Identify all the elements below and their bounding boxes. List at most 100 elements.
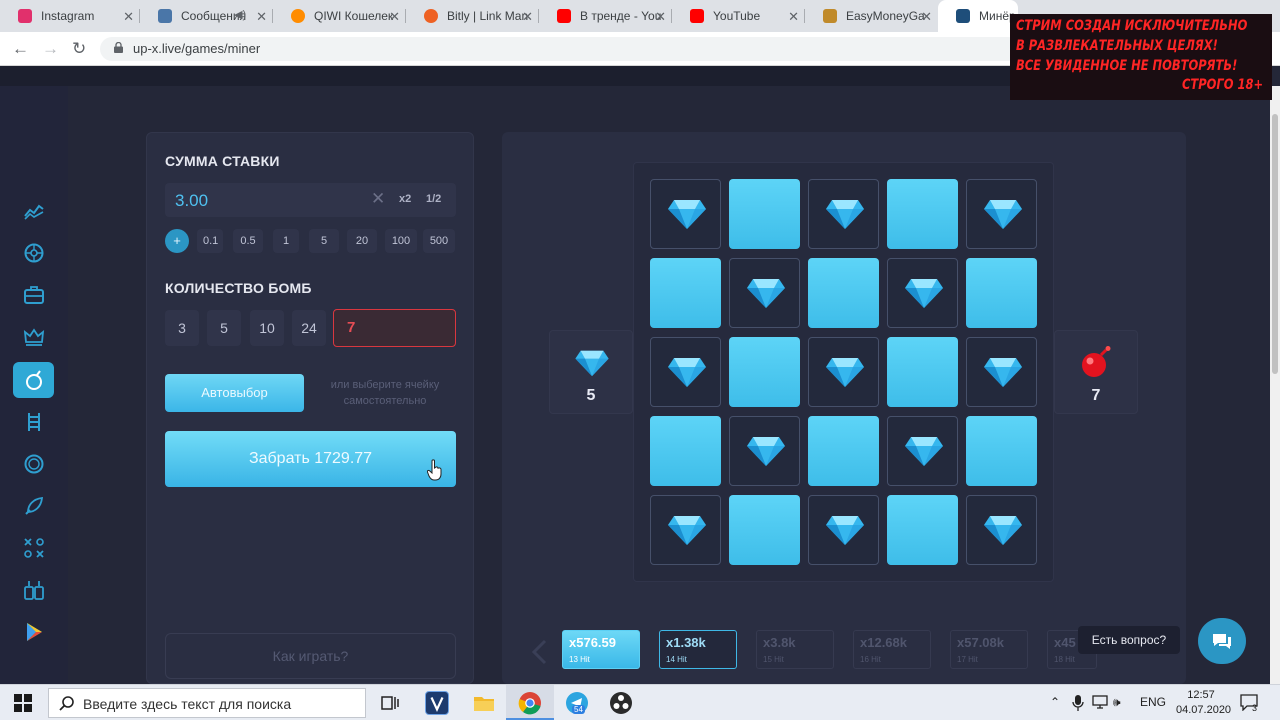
tab-easymoney[interactable]: EasyMoneyGa ✕ [805, 0, 938, 32]
rocket-icon[interactable] [13, 488, 54, 524]
language-indicator[interactable]: ENG [1140, 695, 1166, 709]
double-bet-button[interactable]: x2 [399, 193, 411, 205]
bomb-option[interactable]: 5 [207, 310, 241, 346]
tab-youtube-trending[interactable]: В тренде - You ✕ [539, 0, 672, 32]
microphone-icon[interactable] [1072, 695, 1084, 711]
dice-icon[interactable] [13, 572, 54, 608]
board-cell-closed[interactable] [887, 495, 958, 565]
vegas-icon[interactable] [425, 691, 449, 715]
bet-chip[interactable]: 500 [423, 229, 455, 253]
bet-chip[interactable]: 1 [273, 229, 299, 253]
plus-icon[interactable]: + [165, 229, 189, 253]
bomb-option[interactable]: 3 [165, 310, 199, 346]
bet-chip[interactable]: 100 [385, 229, 417, 253]
close-icon[interactable]: ✕ [389, 9, 400, 25]
close-icon[interactable]: ✕ [522, 9, 533, 25]
board-cell-gem[interactable] [808, 179, 879, 249]
board-cell-closed[interactable] [729, 495, 800, 565]
board-cell-gem[interactable] [887, 258, 958, 328]
cashout-button[interactable]: Забрать 1729.77 [165, 431, 456, 487]
clear-icon[interactable]: ✕ [371, 189, 385, 209]
board-cell-gem[interactable] [650, 337, 721, 407]
bombs-counter: 7 [1054, 330, 1138, 414]
tab-youtube[interactable]: YouTube ✕ [672, 0, 805, 32]
close-icon[interactable]: ✕ [655, 9, 666, 25]
task-view-icon[interactable] [378, 691, 402, 715]
bomb-option[interactable]: 10 [250, 310, 284, 346]
tab-title: Bitly | Link Man [447, 9, 529, 23]
board-cell-closed[interactable] [729, 179, 800, 249]
autoselect-button[interactable]: Автовыбор [165, 374, 304, 412]
half-bet-button[interactable]: 1/2 [426, 193, 441, 205]
crown-icon[interactable] [13, 319, 54, 355]
board-cell-closed[interactable] [887, 179, 958, 249]
tab-qiwi[interactable]: QIWI Кошелек ✕ [273, 0, 406, 32]
page-scrollbar[interactable] [1270, 86, 1280, 684]
chevron-up-icon[interactable]: ⌃ [1050, 695, 1060, 709]
bet-amount-field[interactable]: 3.00 ✕ x2 1/2 [165, 183, 456, 217]
bet-chip[interactable]: 0.5 [233, 229, 263, 253]
board-cell-gem[interactable] [966, 179, 1037, 249]
board-cell-gem[interactable] [729, 258, 800, 328]
windows-start-icon[interactable] [14, 694, 32, 712]
board-cell-gem[interactable] [808, 337, 879, 407]
coin-icon[interactable] [13, 446, 54, 482]
miner-icon[interactable] [13, 362, 54, 398]
bomb-option[interactable]: 24 [292, 310, 326, 346]
board-cell-closed[interactable] [650, 258, 721, 328]
board-cell-closed[interactable] [729, 337, 800, 407]
obs-icon[interactable] [609, 691, 633, 715]
chat-button[interactable] [1198, 618, 1246, 664]
tower-icon[interactable] [13, 404, 54, 440]
bet-chip[interactable]: 20 [347, 229, 377, 253]
roulette-icon[interactable] [13, 235, 54, 271]
board-cell-closed[interactable] [650, 416, 721, 486]
play-store-icon[interactable] [13, 614, 54, 650]
board-cell-gem[interactable] [887, 416, 958, 486]
bet-chip[interactable]: 0.1 [197, 229, 223, 253]
scrollbar-thumb[interactable] [1272, 114, 1278, 374]
close-icon[interactable]: ✕ [921, 9, 932, 25]
board-cell-gem[interactable] [966, 495, 1037, 565]
bomb-count-field[interactable]: 7 [333, 309, 456, 347]
board-cell-gem[interactable] [650, 495, 721, 565]
close-icon[interactable]: ✕ [788, 9, 799, 25]
folder-icon[interactable] [472, 691, 496, 715]
close-icon[interactable]: ✕ [256, 9, 267, 25]
board-cell-closed[interactable] [966, 416, 1037, 486]
close-icon[interactable]: ✕ [123, 9, 134, 25]
taskbar-search[interactable]: Введите здесь текст для поиска [48, 688, 366, 718]
how-to-play-button[interactable]: Как играть? [165, 633, 456, 679]
speaker-icon[interactable]: ◀) [234, 8, 246, 21]
reload-icon[interactable]: ↻ [72, 39, 86, 59]
disclaimer-line: ВСЕ УВИДЕННОЕ НЕ ПОВТОРЯТЬ! [1016, 58, 1238, 74]
board-cell-gem[interactable] [808, 495, 879, 565]
board-cell-closed[interactable] [808, 258, 879, 328]
case-icon[interactable] [13, 277, 54, 313]
tab-vk-messages[interactable]: Сообщения ◀) ✕ [140, 0, 273, 32]
board-cell-gem[interactable] [650, 179, 721, 249]
tab-instagram[interactable]: Instagram ✕ [0, 0, 140, 32]
multiplier-hits: 17 Hit [957, 655, 978, 664]
trend-icon[interactable] [13, 193, 54, 229]
url-field[interactable]: up-x.live/games/miner [100, 37, 1020, 61]
game-panel: 5 7 x576.59 13 Hit x1.38k 14 Hit x3.8k 15 Hit… [502, 132, 1186, 684]
tab-miner[interactable]: Минёр [938, 0, 1018, 32]
chevron-left-icon[interactable] [530, 639, 550, 665]
chrome-taskbar-button[interactable] [506, 685, 554, 720]
forward-icon[interactable]: → [42, 39, 59, 59]
board-cell-gem[interactable] [729, 416, 800, 486]
tab-bitly[interactable]: Bitly | Link Man ✕ [406, 0, 539, 32]
system-clock[interactable]: 12:57 04.07.2020 [1176, 688, 1231, 718]
network-icon[interactable] [1092, 695, 1108, 709]
board-cell-closed[interactable] [966, 258, 1037, 328]
tictactoe-icon[interactable] [13, 530, 54, 566]
speaker-icon[interactable]: 🕪 [1113, 695, 1121, 710]
telegram-icon[interactable]: 54 [565, 691, 589, 715]
support-label[interactable]: Есть вопрос? [1078, 626, 1180, 654]
board-cell-closed[interactable] [808, 416, 879, 486]
back-icon[interactable]: ← [12, 39, 29, 59]
board-cell-gem[interactable] [966, 337, 1037, 407]
board-cell-closed[interactable] [887, 337, 958, 407]
bet-chip[interactable]: 5 [309, 229, 339, 253]
